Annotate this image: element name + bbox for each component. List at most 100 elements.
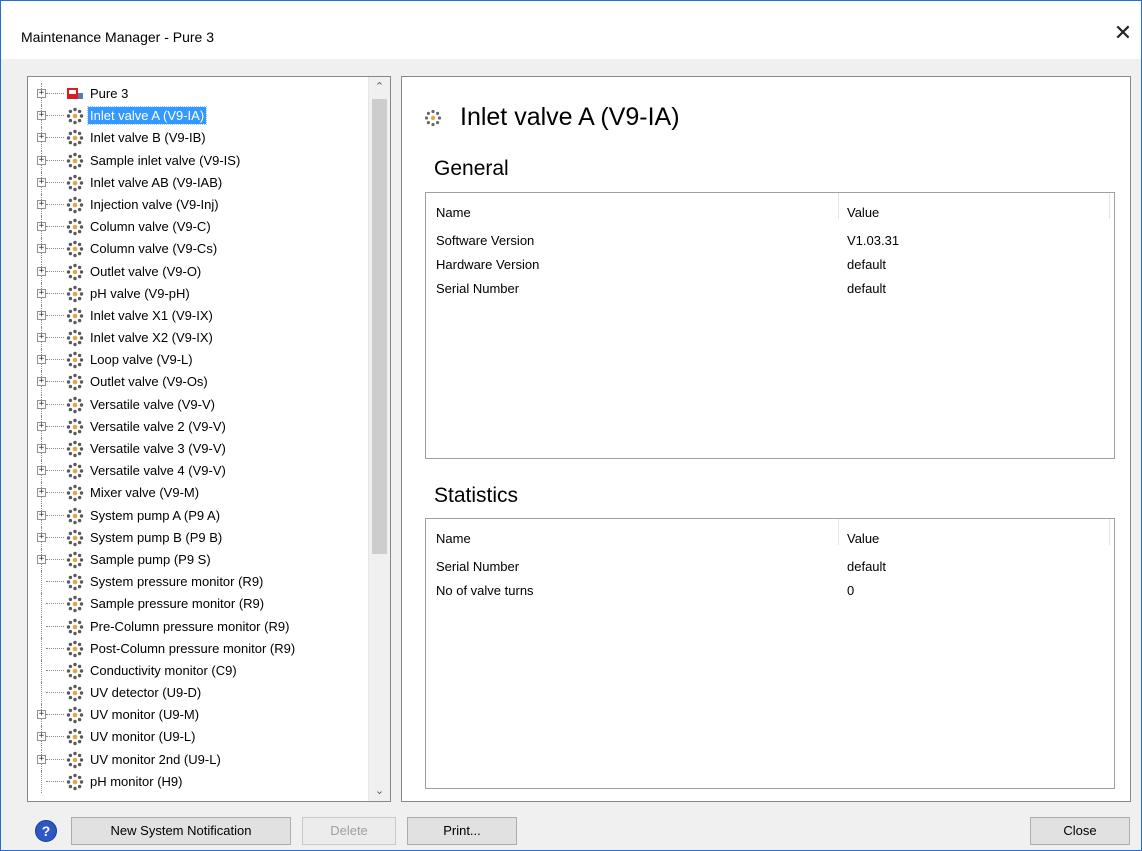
tree-item[interactable]: + System pump A (P9 A) [28,504,368,527]
tree-connector [46,137,64,139]
tree-item[interactable]: + Versatile valve 4 (V9-V) [28,460,368,483]
tree-connector [46,337,64,339]
expand-icon[interactable]: + [37,488,46,498]
print-button[interactable]: Print... [407,817,517,845]
expand-icon[interactable]: + [37,310,46,320]
tree-item[interactable]: + UV monitor (U9-M) [28,704,368,727]
tree-connector [46,625,64,627]
tree-item[interactable]: + Inlet valve X1 (V9-IX) [28,304,368,327]
details-title: Inlet valve A (V9-IA) [460,103,680,131]
tree-item-label: Pure 3 [90,86,129,101]
module-icon [66,241,84,258]
close-window-icon[interactable]: ✕ [1111,23,1135,47]
tree-item[interactable]: + System pump B (P9 B) [28,526,368,549]
tree-item[interactable]: + Inlet valve X2 (V9-IX) [28,327,368,350]
expand-icon[interactable]: + [37,399,46,409]
expand-icon[interactable]: + [37,89,46,98]
scroll-up-icon[interactable]: ⌃ [369,77,390,97]
tree-connector [46,403,64,405]
expand-icon[interactable]: + [37,554,46,564]
tree-item[interactable]: System pressure monitor (R9) [28,571,368,594]
scroll-thumb[interactable] [372,99,387,554]
tree-item[interactable]: Conductivity monitor (C9) [28,659,368,682]
tree-item-label: Inlet valve B (V9-IB) [90,130,206,146]
tree-item[interactable]: + Versatile valve 2 (V9-V) [28,415,368,438]
expand-icon[interactable]: + [37,177,46,187]
expand-icon[interactable]: + [37,444,46,453]
general-grid[interactable]: Name Value Software Version V1.03.31 Hardw… [425,192,1115,459]
tree-item[interactable]: + Loop valve (V9-L) [28,349,368,372]
column-header-value[interactable]: Value [847,531,879,546]
tree-item[interactable]: + Outlet valve (V9-O) [28,260,368,283]
property-value: default [847,257,887,272]
expand-icon[interactable]: + [37,510,46,520]
tree-item[interactable]: + Column valve (V9-C) [28,216,368,239]
module-icon [66,751,84,768]
window-title: Maintenance Manager - Pure 3 [21,29,214,45]
expand-icon[interactable]: + [37,333,46,343]
tree-item[interactable]: + Column valve (V9-Cs) [28,238,368,261]
tree-item[interactable]: + pH valve (V9-pH) [28,282,368,305]
tree-item-label: pH valve (V9-pH) [90,285,190,301]
module-icon [66,329,84,347]
expand-icon[interactable]: + [37,199,46,209]
scroll-down-icon[interactable]: ⌄ [369,781,390,801]
tree-item[interactable]: + Versatile valve 3 (V9-V) [28,438,368,460]
tree-item[interactable]: + Inlet valve AB (V9-IAB) [28,171,368,194]
expand-icon[interactable]: + [37,421,46,431]
tree-item[interactable]: + Inlet valve A (V9-IA) [28,105,368,128]
expand-icon[interactable]: + [37,710,46,720]
expand-icon[interactable]: + [37,377,46,387]
delete-button[interactable]: Delete [302,817,396,845]
tree-item[interactable]: + Sample inlet valve (V9-IS) [28,149,368,172]
tree-item[interactable]: + Mixer valve (V9-M) [28,482,368,505]
tree-item[interactable]: UV detector (U9-D) [28,682,368,705]
tree-connector [41,682,42,705]
expand-icon[interactable]: + [37,222,46,232]
new-system-notification-button[interactable]: New System Notification [71,817,291,845]
tree-item[interactable]: + Pure 3 [28,83,368,105]
expand-icon[interactable]: + [37,466,46,476]
expand-icon[interactable]: + [37,532,46,542]
expand-icon[interactable]: + [37,244,46,254]
tree-connector [46,536,64,538]
expand-icon[interactable]: + [37,111,46,121]
tree-item[interactable]: pH monitor (H9) [28,770,368,793]
tree-item[interactable]: Post-Column pressure monitor (R9) [28,637,368,660]
expand-icon[interactable]: + [37,133,46,143]
module-icon [66,352,84,369]
tree-item[interactable]: + Sample pump (P9 S) [28,548,368,571]
expand-icon[interactable]: + [37,732,46,742]
module-icon [66,130,84,147]
help-icon[interactable]: ? [35,820,57,842]
tree-item-label: Versatile valve 2 (V9-V) [90,418,226,434]
expand-icon[interactable]: + [37,155,46,165]
column-header-name[interactable]: Name [436,531,471,546]
column-header-name[interactable]: Name [436,205,471,220]
tree-item[interactable]: Sample pressure monitor (R9) [28,593,368,616]
module-icon [66,551,84,569]
tree-item[interactable]: + Outlet valve (V9-Os) [28,371,368,394]
tree-item[interactable]: + Injection valve (V9-Inj) [28,193,368,216]
tree-item-label: Outlet valve (V9-O) [90,263,202,279]
tree-item[interactable]: + Inlet valve B (V9-IB) [28,127,368,150]
expand-icon[interactable]: + [37,266,46,276]
grid-row: No of valve turns 0 [426,583,1114,603]
expand-icon[interactable]: + [37,355,46,365]
column-header-value[interactable]: Value [847,205,879,220]
maintenance-manager-window: Maintenance Manager - Pure 3 ✕ + Pure 3 + I… [0,0,1142,851]
tree-item[interactable]: + Versatile valve (V9-V) [28,393,368,416]
tree-scrollbar[interactable]: ⌃ ⌄ [368,77,390,801]
tree-item[interactable]: + UV monitor (U9-L) [28,726,368,749]
module-tree[interactable]: + Pure 3 + Inlet valve A (V9-IA) + Inlet valv… [27,76,391,802]
module-icon [66,263,84,280]
statistics-grid[interactable]: Name Value Serial Number default No of val… [425,518,1115,789]
close-button[interactable]: Close [1030,817,1130,845]
tree-item[interactable]: Pre-Column pressure monitor (R9) [28,615,368,638]
tree-connector [46,115,64,117]
expand-icon[interactable]: + [37,754,46,764]
module-icon [66,218,84,236]
expand-icon[interactable]: + [37,288,46,298]
tree-item[interactable]: + UV monitor 2nd (U9-L) [28,748,368,771]
tree-connector [41,593,42,616]
